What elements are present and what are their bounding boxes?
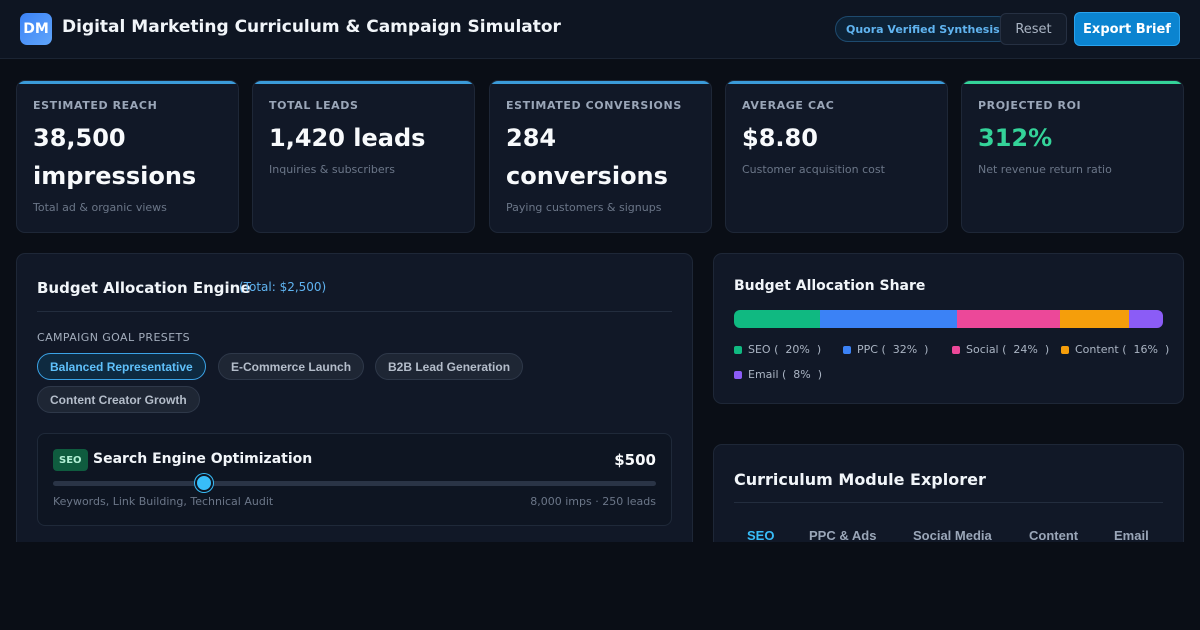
tab-email[interactable]: Email xyxy=(1114,528,1149,543)
channel-amount: $500 xyxy=(614,451,656,469)
share-segment-seo xyxy=(734,310,820,328)
legend-swatch xyxy=(734,345,742,354)
preset-ecommerce-launch[interactable]: E-Commerce Launch xyxy=(218,353,365,380)
presets-label: CAMPAIGN GOAL PRESETS xyxy=(37,331,191,344)
preset-balanced-representative[interactable]: Balanced Representative xyxy=(37,353,206,380)
legend-label: Email ( 8% ) xyxy=(748,368,823,381)
divider xyxy=(37,311,672,312)
channel-name: Search Engine Optimization xyxy=(93,451,313,467)
app-header: DM Digital Marketing Curriculum & Campai… xyxy=(0,0,1200,59)
export-brief-button[interactable]: Export Brief xyxy=(1074,12,1180,46)
preset-b2b-lead-generation[interactable]: B2B Lead Generation xyxy=(375,353,524,380)
page-background xyxy=(0,542,1200,630)
kpi-value: 38,500 impressions xyxy=(33,124,197,190)
channel-tag: SEO xyxy=(53,449,88,471)
tab-social-media[interactable]: Social Media xyxy=(913,528,992,543)
divider xyxy=(734,502,1163,503)
verified-badge: Quora Verified Synthesis xyxy=(835,16,1011,42)
kpi-label: ESTIMATED REACH xyxy=(33,99,158,112)
kpi-value: 312% xyxy=(978,124,1053,152)
kpi-value: 284 conversions xyxy=(506,124,668,190)
kpi-subtext: Customer acquisition cost xyxy=(742,163,885,176)
app-logo: DM xyxy=(20,13,52,45)
kpi-card-cac: AVERAGE CAC $8.80 Customer acquisition c… xyxy=(725,80,948,233)
legend-label: Social ( 24% ) xyxy=(966,343,1050,356)
budget-total: (Total: $2,500) xyxy=(239,280,327,294)
kpi-subtext: Paying customers & signups xyxy=(506,201,662,214)
kpi-card-conversions: ESTIMATED CONVERSIONS 284 conversions Pa… xyxy=(489,80,712,233)
panel-title: Budget Allocation Share xyxy=(734,278,926,294)
legend-item-email: Email ( 8% ) xyxy=(734,368,822,381)
kpi-label: AVERAGE CAC xyxy=(742,99,835,112)
legend-label: SEO ( 20% ) xyxy=(748,343,822,356)
legend-item-seo: SEO ( 20% ) xyxy=(734,343,821,356)
kpi-label: ESTIMATED CONVERSIONS xyxy=(506,99,682,112)
kpi-subtext: Total ad & organic views xyxy=(33,201,167,214)
panel-title: Budget Allocation Engine xyxy=(37,279,251,297)
app-title: Digital Marketing Curriculum & Campaign … xyxy=(62,17,561,37)
channel-card-seo: SEO Search Engine Optimization $500 Keyw… xyxy=(37,433,672,526)
legend-item-content: Content ( 16% ) xyxy=(1061,343,1169,356)
kpi-subtext: Net revenue return ratio xyxy=(978,163,1112,176)
budget-slider-track[interactable] xyxy=(53,481,656,486)
share-segment-ppc xyxy=(819,310,958,328)
budget-share-panel: Budget Allocation Share SEO ( 20% ) PPC (… xyxy=(713,253,1184,404)
tab-ppc-ads[interactable]: PPC & Ads xyxy=(809,528,876,543)
legend-label: Content ( 16% ) xyxy=(1075,343,1170,356)
panel-title: Curriculum Module Explorer xyxy=(734,470,986,489)
legend-item-ppc: PPC ( 32% ) xyxy=(843,343,928,356)
kpi-value: $8.80 xyxy=(742,124,818,152)
share-segment-social xyxy=(957,310,1061,328)
kpi-label: PROJECTED ROI xyxy=(978,99,1082,112)
channel-stats: 8,000 imps · 250 leads xyxy=(530,495,656,508)
kpi-card-roi: PROJECTED ROI 312% Net revenue return ra… xyxy=(961,80,1184,233)
kpi-card-reach: ESTIMATED REACH 38,500 impressions Total… xyxy=(16,80,239,233)
preset-content-creator-growth[interactable]: Content Creator Growth xyxy=(37,386,200,413)
budget-slider-thumb[interactable] xyxy=(194,474,213,492)
kpi-value: 1,420 leads xyxy=(269,124,426,152)
legend-swatch xyxy=(843,345,851,354)
share-bar xyxy=(734,310,1163,328)
legend-label: PPC ( 32% ) xyxy=(857,343,929,356)
legend-swatch xyxy=(1061,345,1069,354)
reset-button[interactable]: Reset xyxy=(1000,13,1067,45)
legend-swatch xyxy=(952,345,960,354)
kpi-card-leads: TOTAL LEADS 1,420 leads Inquiries & subs… xyxy=(252,80,475,233)
tab-content[interactable]: Content xyxy=(1029,528,1078,543)
share-segment-email xyxy=(1128,310,1163,328)
kpi-subtext: Inquiries & subscribers xyxy=(269,163,395,176)
kpi-label: TOTAL LEADS xyxy=(269,99,359,112)
budget-allocation-panel: Budget Allocation Engine (Total: $2,500)… xyxy=(16,253,693,553)
tab-seo[interactable]: SEO xyxy=(747,528,774,543)
share-segment-content xyxy=(1060,310,1129,328)
channel-description: Keywords, Link Building, Technical Audit xyxy=(53,495,274,508)
legend-swatch xyxy=(734,370,742,379)
legend-item-social: Social ( 24% ) xyxy=(952,343,1049,356)
